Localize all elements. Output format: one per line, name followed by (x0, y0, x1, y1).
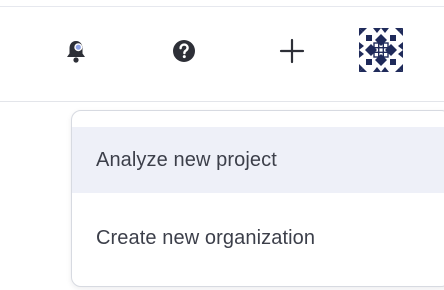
help-button[interactable] (162, 29, 206, 73)
help-icon (173, 40, 195, 62)
menu-item-create-new-organization[interactable]: Create new organization (72, 205, 444, 271)
bell-icon (67, 41, 85, 63)
add-button[interactable] (270, 29, 314, 73)
page: Analyze new project Create new organizat… (0, 0, 444, 290)
user-avatar-button[interactable] (356, 25, 406, 75)
plus-icon (279, 38, 305, 64)
top-navigation-bar (0, 7, 444, 101)
header-divider (0, 101, 444, 102)
notification-dot (74, 43, 83, 52)
create-dropdown-menu: Analyze new project Create new organizat… (71, 110, 444, 287)
menu-item-analyze-new-project[interactable]: Analyze new project (72, 127, 444, 193)
identicon-avatar (359, 28, 403, 72)
notifications-button[interactable] (54, 29, 98, 73)
